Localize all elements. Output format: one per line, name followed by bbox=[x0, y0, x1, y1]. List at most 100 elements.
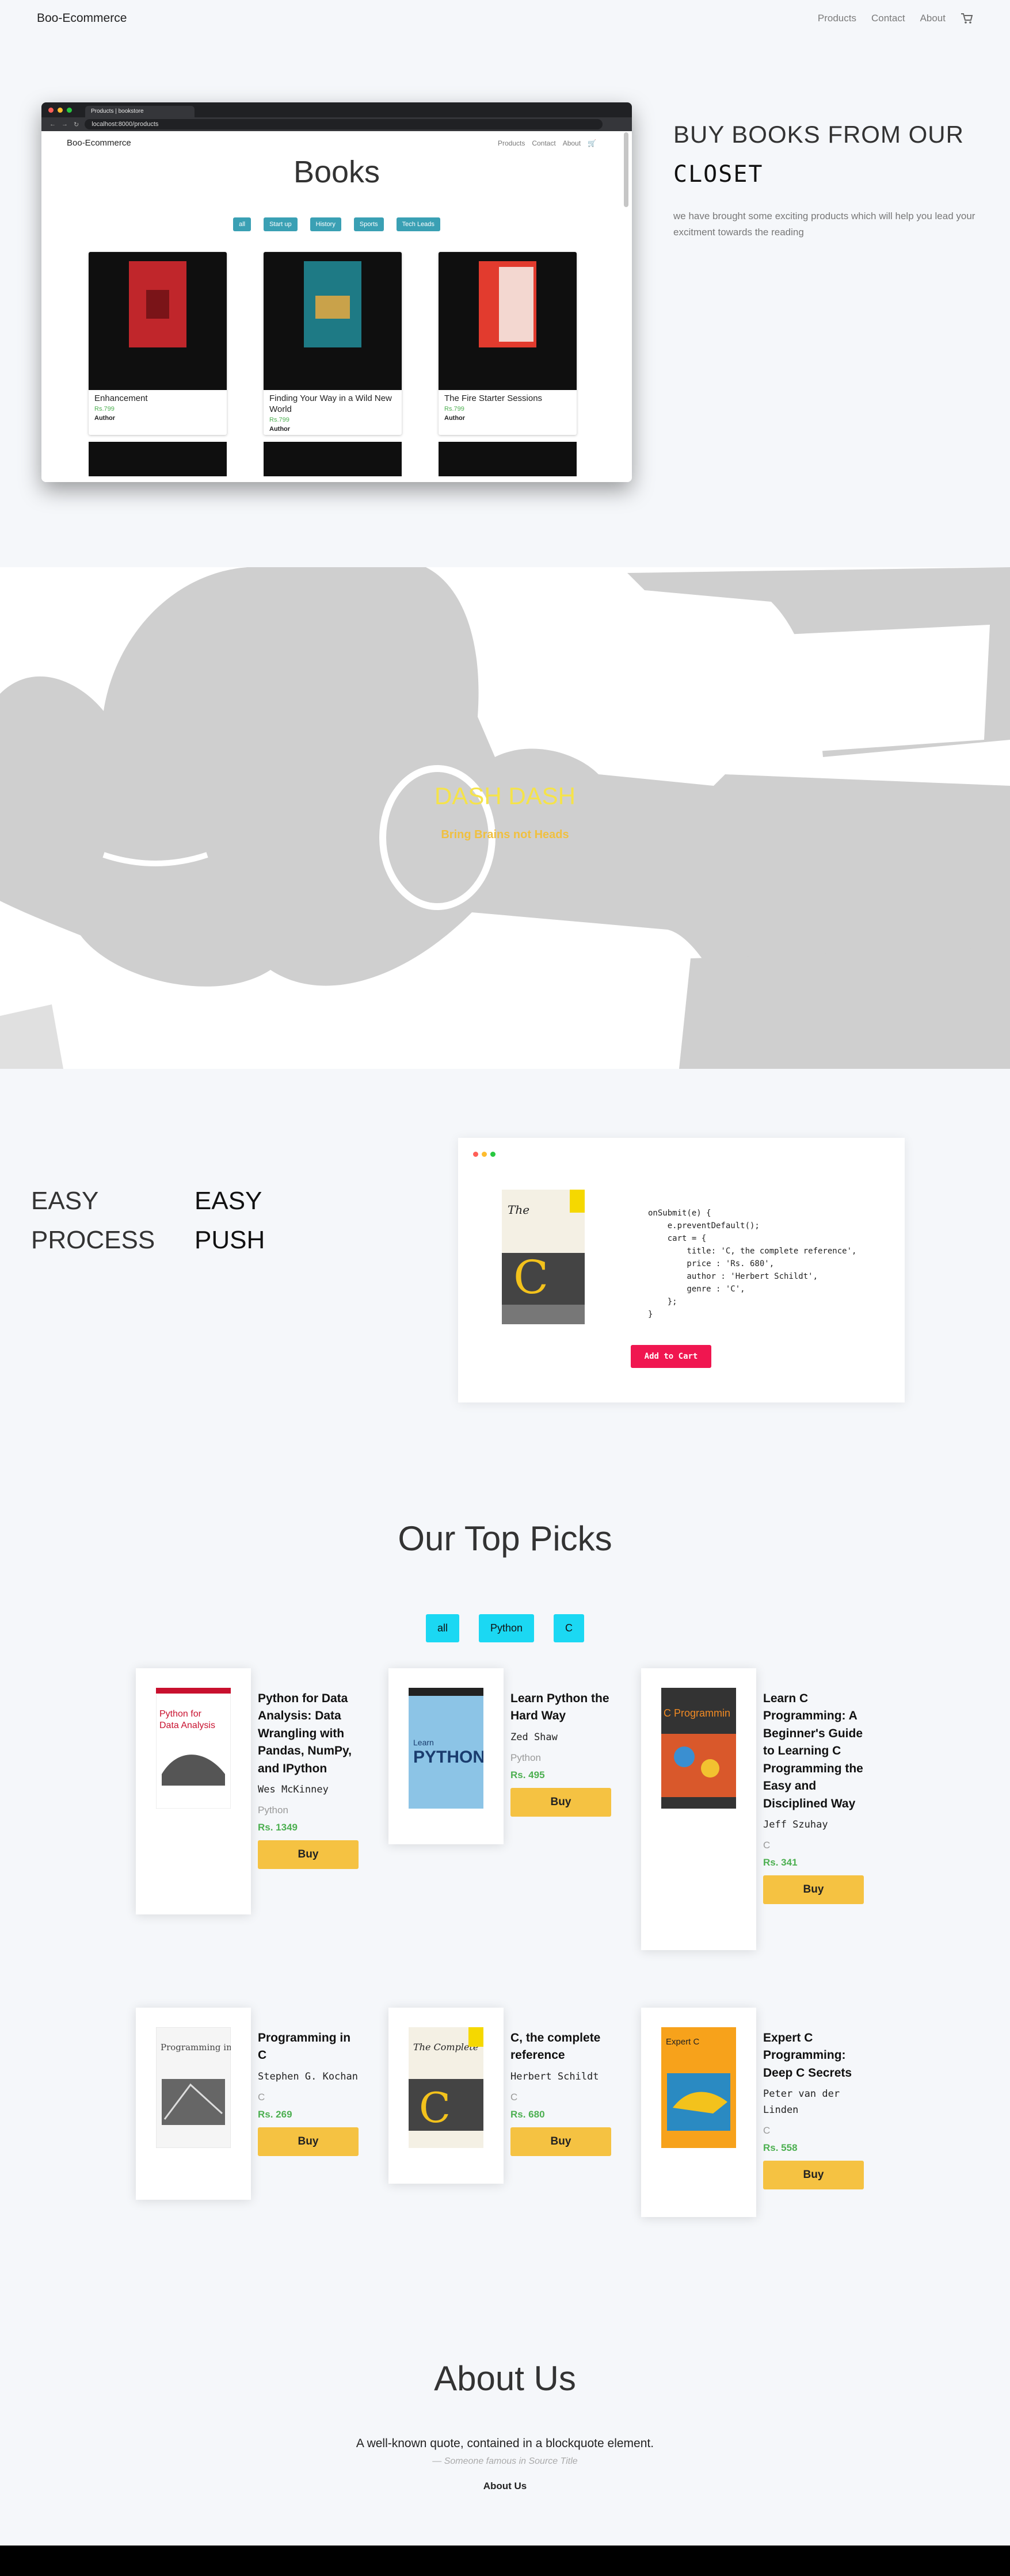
buy-button[interactable]: Buy bbox=[258, 2127, 359, 2157]
inner-product-card bbox=[89, 442, 227, 476]
product-info: Programming in C Stephen G. Kochan C Rs.… bbox=[258, 2008, 359, 2200]
dash-title: DASH DASH bbox=[434, 782, 576, 809]
code-snippet: onSubmit(e) { e.preventDefault(); cart =… bbox=[648, 1209, 857, 1319]
buy-button[interactable]: Buy bbox=[510, 1788, 611, 1817]
minimize-dot-icon bbox=[58, 107, 63, 113]
nav-contact[interactable]: Contact bbox=[871, 13, 905, 24]
about-quote: A well-known quote, contained in a block… bbox=[356, 2437, 654, 2450]
product-info: Learn Python the Hard Way Zed Shaw Pytho… bbox=[510, 1668, 611, 1844]
product-category: C bbox=[258, 2092, 265, 2103]
product-category: Python bbox=[258, 1805, 288, 1816]
about-quote-footer: — Someone famous in Source Title bbox=[432, 2456, 578, 2466]
hero-subtitle: we have brought some exciting products w… bbox=[673, 211, 975, 238]
book-cover-image[interactable]: C Programmin bbox=[661, 1688, 736, 1809]
easy-right-line2: PUSH bbox=[195, 1226, 265, 1254]
product-card: C Programmin Learn C Programming: A Begi… bbox=[641, 1668, 864, 1950]
easy-process-heading: EASY PROCESS bbox=[31, 1182, 155, 1260]
product-price: Rs. 269 bbox=[258, 2109, 292, 2120]
page-footer bbox=[0, 2546, 1010, 2576]
book-cover-image[interactable]: Expert C bbox=[661, 2027, 736, 2148]
book-cover-image[interactable]: Programming in C bbox=[156, 2027, 231, 2148]
product-price: Rs. 495 bbox=[510, 1769, 545, 1781]
about-link[interactable]: About Us bbox=[0, 2481, 1010, 2492]
inner-card-title: Enhancement bbox=[94, 393, 148, 403]
forward-arrow-icon: → bbox=[62, 121, 68, 128]
inner-filters: all Start up History Sports Tech Leads bbox=[41, 217, 632, 231]
product-image-card: The Complete C bbox=[388, 2008, 504, 2184]
svg-text:The: The bbox=[508, 1203, 529, 1217]
product-info: Expert C Programming: Deep C Secrets Pet… bbox=[763, 2008, 864, 2217]
product-category: Python bbox=[510, 1752, 541, 1764]
product-price: Rs. 558 bbox=[763, 2142, 798, 2153]
brand-logo[interactable]: Boo-Ecommerce bbox=[37, 12, 127, 25]
product-image-card: Programming in C bbox=[136, 2008, 251, 2200]
hero-title-line2: CLOSET bbox=[673, 161, 764, 188]
browser-url: localhost:8000/products bbox=[85, 119, 603, 129]
easy-right-line1: EASY bbox=[195, 1187, 262, 1215]
book-cover-image: The C bbox=[502, 1190, 585, 1324]
product-title[interactable]: Learn Python the Hard Way bbox=[510, 1690, 611, 1725]
browser-window-screenshot: Products | bookstore ← → ↻ localhost:800… bbox=[41, 102, 632, 482]
product-title[interactable]: Learn C Programming: A Beginner's Guide … bbox=[763, 1690, 864, 1813]
product-author: Zed Shaw bbox=[510, 1731, 558, 1743]
add-to-cart-button[interactable]: Add to Cart bbox=[631, 1345, 711, 1368]
nav-products[interactable]: Products bbox=[818, 13, 856, 24]
buy-button[interactable]: Buy bbox=[510, 2127, 611, 2157]
inner-nav-products: Products bbox=[497, 139, 525, 147]
about-title: About Us bbox=[434, 2359, 576, 2398]
inner-card-title: Finding Your Way in a Wild New World bbox=[269, 393, 392, 414]
product-info: Python for Data Analysis: Data Wrangling… bbox=[258, 1668, 359, 1914]
inner-card-title: The Fire Starter Sessions bbox=[444, 393, 543, 403]
top-picks-title: Our Top Picks bbox=[398, 1519, 612, 1558]
book-cover-image[interactable]: LearnPYTHON bbox=[409, 1688, 483, 1809]
product-image-card: Learn PYTHON bbox=[388, 1668, 504, 1844]
product-price: Rs. 1349 bbox=[258, 1822, 298, 1833]
product-author: Herbert Schildt bbox=[510, 2070, 599, 2082]
inner-card-price: Rs.799 bbox=[94, 405, 115, 412]
inner-scrollbar bbox=[624, 132, 628, 207]
book-cover-image bbox=[129, 261, 186, 347]
svg-text:Python for: Python for bbox=[159, 1709, 202, 1719]
nav-about[interactable]: About bbox=[920, 13, 946, 24]
svg-text:Expert C: Expert C bbox=[666, 2037, 700, 2047]
easy-left-line2: PROCESS bbox=[31, 1226, 155, 1254]
product-info: Learn C Programming: A Beginner's Guide … bbox=[763, 1668, 864, 1950]
inner-nav: Products Contact About 🛒 bbox=[498, 139, 596, 147]
svg-text:C: C bbox=[513, 1251, 548, 1304]
hero-title-line1: BUY BOOKS FROM OUR bbox=[673, 121, 964, 148]
inner-card-price: Rs.799 bbox=[269, 416, 289, 423]
filter-all-button[interactable]: all bbox=[425, 1614, 459, 1642]
filter-c-button[interactable]: C bbox=[554, 1614, 585, 1642]
product-title[interactable]: Programming in C bbox=[258, 2030, 359, 2065]
product-category: C bbox=[763, 1840, 771, 1851]
product-card: Learn PYTHON Learn Python the Hard Way Ze… bbox=[388, 1668, 611, 1844]
inner-title: Books bbox=[293, 155, 380, 189]
product-card: Programming in C Programming in C Stephe… bbox=[136, 2008, 359, 2200]
product-info: C, the complete reference Herbert Schild… bbox=[510, 2008, 611, 2184]
dash-subtitle: Bring Brains not Heads bbox=[441, 828, 569, 841]
cart-icon[interactable] bbox=[961, 13, 973, 24]
book-cover-image[interactable]: The CompleteC bbox=[409, 2027, 483, 2148]
book-cover-image[interactable]: Python for Data Analysis bbox=[156, 1688, 231, 1809]
top-picks-filters: all Python C bbox=[0, 1614, 1010, 1642]
reload-icon: ↻ bbox=[74, 121, 79, 128]
svg-text:PYTHON: PYTHON bbox=[413, 1748, 483, 1767]
window-dots bbox=[473, 1152, 496, 1157]
buy-button[interactable]: Buy bbox=[258, 1840, 359, 1870]
buy-button[interactable]: Buy bbox=[763, 1875, 864, 1905]
product-title[interactable]: Expert C Programming: Deep C Secrets bbox=[763, 2030, 864, 2082]
browser-tab: Products | bookstore bbox=[85, 106, 195, 117]
buy-button[interactable]: Buy bbox=[763, 2160, 864, 2189]
maximize-dot-icon bbox=[490, 1152, 496, 1157]
inner-product-card bbox=[439, 442, 577, 476]
inner-product-card: The Fire Starter Sessions Rs.799 Author bbox=[439, 252, 577, 435]
product-author: Peter van der Linden bbox=[763, 2088, 840, 2116]
inner-nav-about: About bbox=[562, 139, 581, 147]
inner-product-card: Finding Your Way in a Wild New World Rs.… bbox=[264, 252, 402, 435]
inner-filter-sports: Sports bbox=[353, 217, 384, 231]
filter-python-button[interactable]: Python bbox=[478, 1614, 535, 1642]
product-author: Stephen G. Kochan bbox=[258, 2070, 358, 2082]
dash-banner bbox=[0, 567, 1010, 1069]
product-title[interactable]: C, the complete reference bbox=[510, 2030, 611, 2065]
product-title[interactable]: Python for Data Analysis: Data Wrangling… bbox=[258, 1690, 359, 1778]
